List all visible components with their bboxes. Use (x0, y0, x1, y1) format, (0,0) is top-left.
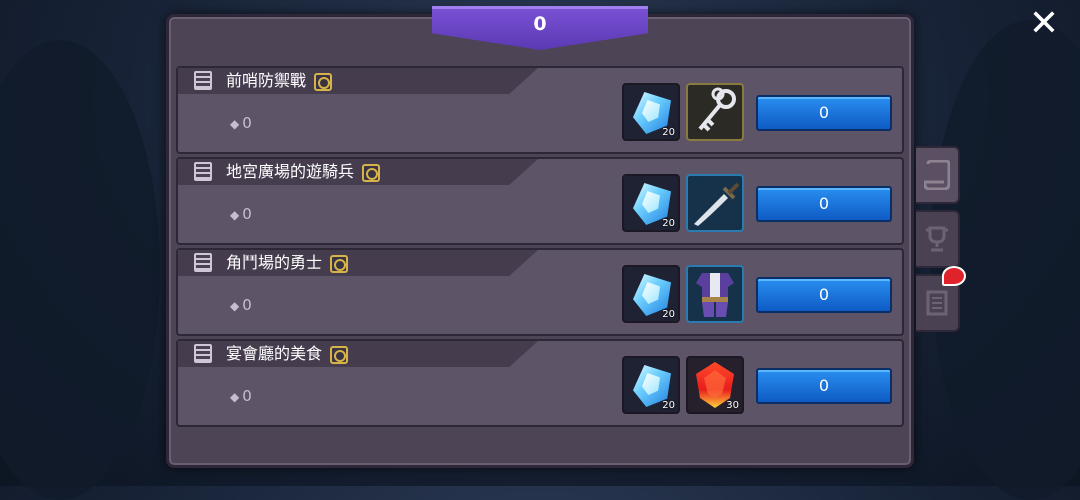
reward-gem[interactable]: 20 (622, 356, 680, 414)
quest-title-text: 前哨防禦戰 (226, 71, 307, 90)
quest-title: 宴會廳的美食 (226, 343, 349, 365)
quest-row: 地宮廣場的遊騎兵 ◆ 0 20 0 (176, 157, 904, 245)
reward-quantity: 20 (662, 400, 675, 411)
tab-scroll[interactable] (916, 146, 960, 204)
quest-title-text: 地宮廣場的遊騎兵 (226, 162, 355, 181)
diamond-icon: ◆ (230, 208, 240, 222)
claim-button[interactable]: 0 (756, 95, 892, 131)
magnify-icon[interactable] (362, 163, 381, 182)
reward-item[interactable] (686, 265, 744, 323)
quest-list-icon (194, 344, 212, 363)
quest-row: 宴會廳的美食 ◆ 0 20 30 0 (176, 339, 904, 427)
quest-title: 角鬥場的勇士 (226, 252, 349, 274)
reward-item[interactable] (686, 174, 744, 232)
quest-progress-value: 0 (242, 205, 252, 223)
quest-progress-value: 0 (242, 114, 252, 132)
background-tree (0, 40, 160, 500)
armor-icon (696, 273, 734, 317)
reward-quantity: 20 (662, 309, 675, 320)
reward-gem[interactable]: 20 (622, 265, 680, 323)
quest-list-icon (194, 253, 212, 272)
close-button[interactable]: ✕ (1024, 4, 1064, 44)
quest-progress: ◆ 0 (230, 387, 252, 405)
quest-progress: ◆ 0 (230, 205, 252, 223)
quest-progress: ◆ 0 (230, 296, 252, 314)
claim-button[interactable]: 0 (756, 186, 892, 222)
journal-icon (926, 290, 948, 316)
reward-quantity: 30 (726, 400, 739, 411)
quest-title: 前哨防禦戰 (226, 70, 333, 92)
notification-badge (942, 266, 966, 286)
reward-item[interactable] (686, 83, 744, 141)
quest-list-icon (194, 71, 212, 90)
quest-list-icon (194, 162, 212, 181)
claim-button[interactable]: 0 (756, 368, 892, 404)
reward-quantity: 20 (662, 127, 675, 138)
diamond-icon: ◆ (230, 117, 240, 131)
close-icon: ✕ (1028, 3, 1060, 44)
quest-progress: ◆ 0 (230, 114, 252, 132)
claim-button[interactable]: 0 (756, 277, 892, 313)
header-value: 0 (533, 13, 547, 35)
quest-row: 前哨防禦戰 ◆ 0 20 0 (176, 66, 904, 154)
diamond-icon: ◆ (230, 390, 240, 404)
diamond-icon: ◆ (230, 299, 240, 313)
key-icon (698, 87, 736, 132)
sword-icon (694, 182, 740, 226)
reward-gem[interactable]: 20 (622, 174, 680, 232)
magnify-icon[interactable] (330, 345, 349, 364)
reward-gem[interactable]: 20 (622, 83, 680, 141)
scroll-icon (924, 160, 950, 190)
quest-row: 角鬥場的勇士 ◆ 0 20 0 (176, 248, 904, 336)
tab-trophy[interactable] (916, 210, 960, 268)
quest-progress-value: 0 (242, 296, 252, 314)
quest-progress-value: 0 (242, 387, 252, 405)
magnify-icon[interactable] (330, 254, 349, 273)
magnify-icon[interactable] (314, 72, 333, 91)
trophy-icon (926, 226, 948, 252)
quest-title-text: 宴會廳的美食 (226, 344, 323, 363)
reward-quantity: 20 (662, 218, 675, 229)
reward-item[interactable]: 30 (686, 356, 744, 414)
quest-title-text: 角鬥場的勇士 (226, 253, 323, 272)
quest-title: 地宮廣場的遊騎兵 (226, 161, 381, 183)
